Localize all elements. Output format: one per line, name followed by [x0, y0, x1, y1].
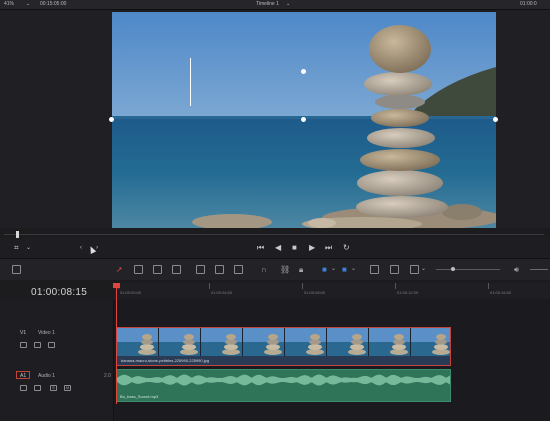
audio-clip[interactable]: Bo_bass_Sound.mp3	[116, 369, 451, 402]
viewer-scrubber[interactable]	[4, 234, 544, 235]
loop-icon[interactable]: ↻	[343, 243, 350, 253]
trim-tool-icon[interactable]	[134, 265, 143, 274]
video-clip-thumbnails	[117, 328, 450, 356]
transform-dropdown-icon[interactable]: ⌄	[26, 243, 31, 253]
ruler-tick-label: 01:00:00:00	[120, 290, 142, 295]
track-id: V1	[20, 330, 27, 336]
flag-dropdown-icon[interactable]: ⌄	[331, 265, 336, 274]
audio-clip-name: Bo_bass_Sound.mp3	[120, 394, 159, 399]
duration-timecode: 00:15:05:00	[40, 1, 67, 7]
track-name[interactable]: Audio 1	[38, 373, 55, 379]
timeline-view-options-icon[interactable]	[12, 265, 21, 274]
replace-clip-icon[interactable]	[234, 265, 243, 274]
position-lock-icon[interactable]: 🔒︎	[299, 265, 303, 274]
timeline-zoom-slider[interactable]	[436, 269, 500, 270]
viewer-margin-left	[0, 10, 112, 228]
auto-select-icon[interactable]	[34, 385, 41, 391]
ruler-tick-label: 01:00:16:00	[490, 290, 512, 295]
transform-handle-top[interactable]	[301, 69, 306, 74]
timeline-ruler[interactable]: 01:00:00:00 01:00:04:00 01:00:08:00 01:0…	[114, 283, 550, 299]
audio-channel-count: 2.0	[104, 373, 111, 379]
marker-dropdown-icon[interactable]: ⌄	[351, 265, 356, 274]
selection-tool-icon[interactable]: ➚	[116, 265, 123, 274]
timeline-toolbar: ➚ ∩ ⛓ 🔒︎ ■ ⌄ ■ ⌄ ⌄ 🔊︎	[0, 258, 550, 280]
ruler-tick-line	[302, 283, 303, 289]
playhead[interactable]	[116, 283, 117, 404]
ruler-tick-label: 01:00:12:00	[397, 290, 419, 295]
waveform-shape	[117, 374, 450, 386]
zoom-level[interactable]: 41%	[4, 1, 14, 7]
zoom-dropdown-icon-2[interactable]: ⌄	[421, 265, 426, 274]
ruler-tick-label: 01:00:08:00	[304, 290, 326, 295]
skip-back-icon[interactable]: ⏮	[257, 243, 264, 253]
track-headers: V1 Video 1 A1 Audio 1 2.0 S M	[0, 300, 114, 421]
track-header-video-1[interactable]: V1 Video 1	[4, 328, 112, 366]
zoom-detail-icon[interactable]	[390, 265, 399, 274]
playhead-handle[interactable]	[113, 283, 120, 288]
audio-waveform	[117, 374, 450, 386]
next-edit-icon[interactable]: ›	[96, 243, 98, 253]
insert-clip-icon[interactable]	[196, 265, 205, 274]
zoom-dropdown-icon[interactable]: ⌄	[26, 1, 30, 7]
play-icon[interactable]: ▶	[309, 243, 315, 253]
track-visibility-icon[interactable]	[48, 342, 55, 348]
volume-slider[interactable]	[530, 269, 548, 270]
ruler-tick-label: 01:00:04:00	[211, 290, 233, 295]
transform-crosshair[interactable]	[190, 58, 191, 106]
dynamic-trim-icon[interactable]	[172, 265, 181, 274]
ruler-tick-line	[209, 283, 210, 289]
volume-icon[interactable]: 🔊︎	[514, 265, 519, 274]
viewer-margin-right	[496, 10, 550, 228]
transport-bar: ⌗ ⌄ ‹ › ⏮ ◀ ■ ▶ ⏭ ↻	[0, 238, 550, 258]
timeline-dropdown-icon[interactable]: ⌄	[286, 1, 290, 7]
track-id: A1	[20, 373, 27, 379]
linked-selection-icon[interactable]: ⛓	[280, 265, 290, 274]
overwrite-clip-icon[interactable]	[215, 265, 224, 274]
lock-track-icon[interactable]	[20, 385, 27, 391]
flag-icon[interactable]: ■	[322, 265, 327, 274]
zoom-full-icon[interactable]	[370, 265, 379, 274]
stop-icon[interactable]: ■	[292, 243, 297, 253]
timeline-name[interactable]: Timeline 1	[256, 1, 279, 7]
play-reverse-icon[interactable]: ◀	[275, 243, 281, 253]
current-timecode-top: 01:00:0	[520, 1, 537, 7]
transform-tool-icon[interactable]: ⌗	[14, 243, 19, 253]
lock-track-icon[interactable]	[20, 342, 27, 348]
mute-button[interactable]: M	[64, 385, 71, 391]
marker-icon[interactable]: ■	[342, 265, 347, 274]
skip-forward-icon[interactable]: ⏭	[325, 243, 332, 253]
auto-select-icon[interactable]	[34, 342, 41, 348]
blade-tool-icon[interactable]	[153, 265, 162, 274]
video-clip[interactable]: banana-macro-stone-pebbles-225990-225990…	[116, 327, 451, 366]
ruler-tick-line	[488, 283, 489, 289]
transform-handle-left[interactable]	[109, 117, 114, 122]
solo-button[interactable]: S	[50, 385, 57, 391]
snapping-icon[interactable]: ∩	[261, 265, 267, 274]
track-name[interactable]: Video 1	[38, 330, 55, 336]
prev-edit-icon[interactable]: ‹	[80, 243, 82, 253]
transform-handle-center[interactable]	[301, 117, 306, 122]
video-clip-name: banana-macro-stone-pebbles-225990-225990…	[121, 358, 210, 363]
transform-handle-right[interactable]	[493, 117, 498, 122]
scrubber-knob[interactable]	[16, 231, 19, 238]
track-header-audio-1[interactable]: A1 Audio 1 2.0 S M	[4, 371, 112, 409]
timeline-timecode: 01:00:08:15	[31, 287, 88, 298]
zoom-slider-knob[interactable]	[451, 267, 455, 271]
zoom-custom-icon[interactable]	[410, 265, 419, 274]
top-bar: 41% ⌄ 00:15:05:00 Timeline 1 ⌄ 01:00:0	[0, 0, 550, 10]
ruler-tick-line	[395, 283, 396, 289]
